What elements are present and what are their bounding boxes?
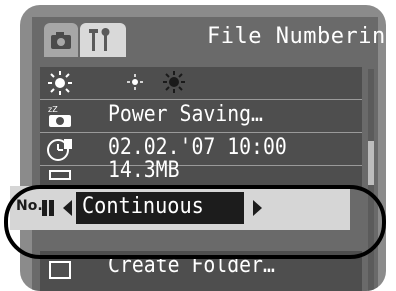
menu-row-label: 14.3MB bbox=[108, 158, 180, 183]
menu-row-date-time[interactable]: 02.02.'07 10:00 bbox=[40, 133, 362, 166]
scrollbar-thumb[interactable] bbox=[368, 141, 374, 185]
highlight-ring bbox=[4, 185, 386, 259]
camera-icon bbox=[51, 32, 71, 49]
menu-row-brightness[interactable] bbox=[40, 67, 362, 100]
menu-row-power-saving[interactable]: zZ Power Saving… bbox=[40, 100, 362, 133]
scrollbar[interactable] bbox=[368, 69, 374, 291]
power-saving-icon: zZ bbox=[48, 105, 71, 127]
menu-row-label: Power Saving… bbox=[108, 102, 263, 127]
brightness-low-icon bbox=[127, 74, 143, 90]
tab-setup[interactable] bbox=[80, 23, 126, 57]
brightness-icon bbox=[48, 71, 72, 95]
date-time-icon bbox=[47, 139, 72, 161]
svg-text:zZ: zZ bbox=[48, 105, 58, 114]
page-title: File Numbering bbox=[207, 24, 386, 49]
tab-camera[interactable] bbox=[44, 23, 78, 57]
tools-icon bbox=[89, 28, 110, 51]
brightness-high-icon bbox=[163, 71, 185, 93]
tab-bar: File Numbering bbox=[32, 17, 386, 59]
